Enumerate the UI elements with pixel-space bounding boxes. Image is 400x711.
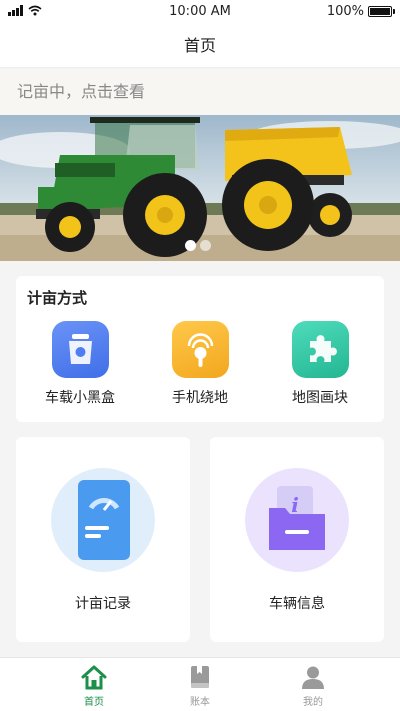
vehicle-info-card[interactable]: i 车辆信息: [210, 437, 384, 642]
measurement-records-card[interactable]: 计亩记录: [16, 437, 190, 642]
svg-text:i: i: [291, 493, 299, 517]
home-icon: [81, 665, 107, 690]
tab-label: 账本: [190, 697, 210, 708]
bottom-tab-bar: 首页 账本 我的: [0, 657, 400, 711]
carousel-dot[interactable]: [185, 240, 196, 251]
methods-title: 计亩方式: [27, 289, 88, 307]
tab-ledger[interactable]: 账本: [145, 658, 255, 711]
ledger-icon: [191, 666, 209, 688]
speedometer-document-icon: [51, 468, 155, 572]
banner-carousel[interactable]: [0, 115, 400, 261]
info-folder-icon: i: [245, 468, 349, 572]
page-title: 首页: [0, 24, 400, 68]
carousel-dots: [185, 240, 211, 251]
user-icon: [302, 666, 324, 689]
location-icon: [171, 321, 229, 378]
method-label: 车载小黑盒: [45, 390, 115, 406]
status-right: 100%: [326, 4, 395, 19]
carousel-dot[interactable]: [200, 240, 211, 251]
tab-home[interactable]: 首页: [39, 658, 149, 711]
measurement-methods-card: 计亩方式 车载小黑盒 手机绕地 地图画块: [16, 276, 384, 422]
box-icon: [51, 321, 109, 378]
method-map-draw[interactable]: 地图画块: [260, 321, 380, 407]
recording-notice[interactable]: 记亩中，点击查看: [0, 69, 400, 115]
battery-icon: [368, 6, 395, 17]
tab-profile[interactable]: 我的: [258, 658, 368, 711]
battery-percent: 100%: [326, 4, 364, 19]
battery-fill: [370, 8, 390, 15]
tab-label: 我的: [303, 697, 323, 708]
card-label: 计亩记录: [75, 596, 131, 612]
status-bar: 10:00 AM 100%: [0, 0, 400, 24]
method-label: 地图画块: [292, 390, 348, 406]
puzzle-icon: [291, 321, 349, 378]
method-phone-walk[interactable]: 手机绕地: [140, 321, 260, 407]
card-label: 车辆信息: [269, 596, 325, 612]
tab-label: 首页: [84, 697, 104, 708]
method-label: 手机绕地: [172, 390, 228, 406]
method-vehicle-box[interactable]: 车载小黑盒: [20, 321, 140, 407]
